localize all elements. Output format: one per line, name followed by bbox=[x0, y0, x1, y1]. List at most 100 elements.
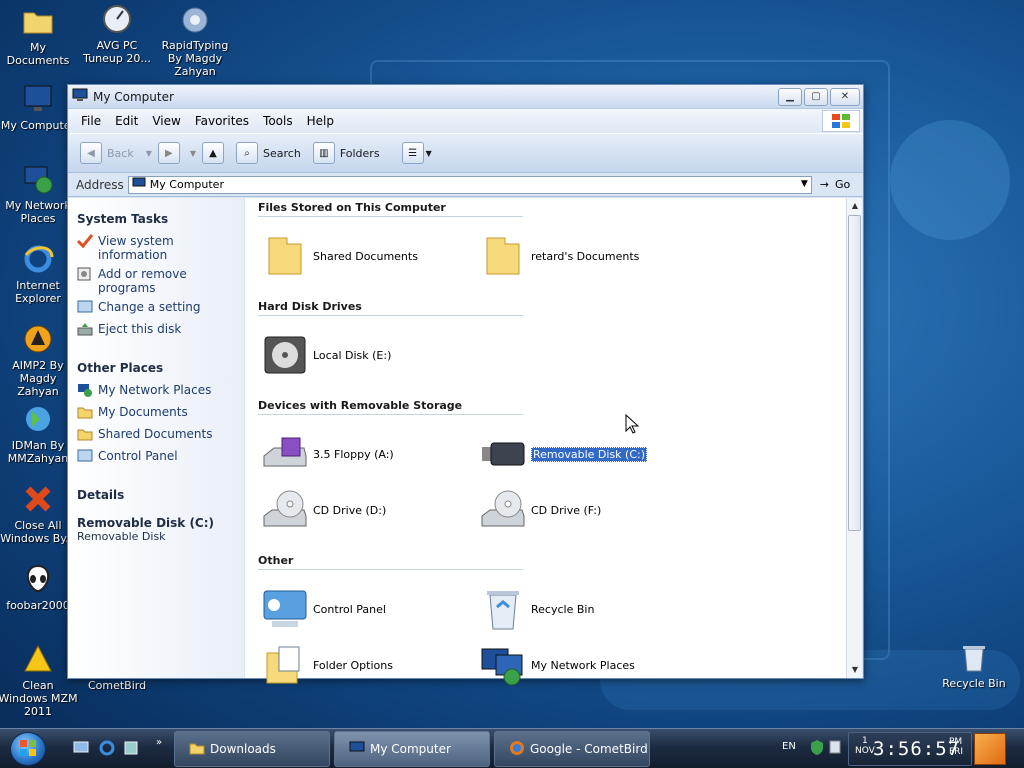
item-my-network-places[interactable]: My Network Places bbox=[479, 641, 635, 689]
menu-bar: File Edit View Favorites Tools Help bbox=[68, 109, 863, 133]
title-bar[interactable]: My Computer ▁ ▢ ✕ bbox=[68, 85, 863, 109]
minimize-icon: ▁ bbox=[786, 91, 794, 102]
item-recycle-bin[interactable]: Recycle Bin bbox=[479, 585, 594, 633]
my-computer-icon bbox=[72, 88, 88, 105]
item-local-disk-e[interactable]: Local Disk (E:) bbox=[261, 331, 391, 379]
place-my-network-places[interactable]: My Network Places bbox=[77, 383, 244, 400]
scroll-up-icon[interactable]: ▲ bbox=[847, 198, 863, 214]
item-cd-drive-d[interactable]: CD Drive (D:) bbox=[261, 486, 386, 534]
usb-drive-icon bbox=[479, 430, 527, 478]
user-avatar[interactable] bbox=[974, 733, 1006, 765]
task-downloads[interactable]: Downloads bbox=[174, 731, 330, 767]
tray-shield-icon[interactable] bbox=[810, 739, 824, 758]
section-files-stored: Files Stored on This Computer bbox=[258, 201, 523, 217]
desktop-icon-cometbird[interactable]: CometBird bbox=[77, 679, 157, 692]
date-month: NOV bbox=[855, 746, 875, 756]
search-button[interactable]: ⌕ Search bbox=[236, 142, 301, 164]
item-folder-options[interactable]: Folder Options bbox=[261, 641, 393, 689]
show-desktop-icon[interactable] bbox=[72, 739, 90, 757]
task-view-system-info[interactable]: View system information bbox=[76, 234, 244, 262]
quicklaunch-switch-icon[interactable] bbox=[122, 739, 140, 757]
details-type: Removable Disk bbox=[77, 530, 166, 543]
recycle-bin-icon bbox=[479, 585, 527, 633]
item-user-documents[interactable]: retard's Documents bbox=[479, 232, 639, 280]
folders-button[interactable]: ▥ Folders bbox=[312, 142, 380, 164]
task-eject-disk[interactable]: Eject this disk bbox=[77, 322, 244, 339]
control-panel-icon bbox=[261, 585, 309, 633]
task-my-computer[interactable]: My Computer bbox=[334, 731, 490, 767]
section-hard-disk-drives: Hard Disk Drives bbox=[258, 300, 523, 316]
clock[interactable]: 1 NOV 3:56:57 PM FRI bbox=[848, 732, 972, 766]
up-button[interactable]: ▲ bbox=[202, 142, 225, 164]
control-panel-icon bbox=[77, 300, 95, 317]
maximize-button[interactable]: ▢ bbox=[804, 87, 828, 106]
folder-icon bbox=[21, 4, 55, 38]
cd-drive-icon bbox=[479, 486, 527, 534]
item-control-panel[interactable]: Control Panel bbox=[261, 585, 386, 633]
clock-ampm: PM bbox=[949, 737, 963, 747]
folder-icon bbox=[479, 232, 527, 280]
search-icon: ⌕ bbox=[236, 142, 259, 164]
folder-icon bbox=[189, 741, 205, 758]
address-dropdown-icon[interactable]: ▼ bbox=[801, 179, 808, 189]
folder-options-icon bbox=[261, 641, 309, 689]
item-shared-documents[interactable]: Shared Documents bbox=[261, 232, 418, 280]
floppy-drive-icon bbox=[261, 430, 309, 478]
quicklaunch-more-icon[interactable]: » bbox=[150, 733, 168, 751]
menu-tools[interactable]: Tools bbox=[263, 114, 293, 128]
place-control-panel[interactable]: Control Panel bbox=[77, 449, 244, 466]
rapidtyping-icon bbox=[178, 2, 212, 36]
start-button[interactable] bbox=[10, 732, 46, 766]
menu-help[interactable]: Help bbox=[307, 114, 334, 128]
internet-explorer-icon bbox=[21, 242, 55, 276]
menu-file[interactable]: File bbox=[81, 114, 101, 128]
control-panel-icon bbox=[77, 449, 95, 466]
forward-button[interactable]: ▶ ▼ bbox=[157, 142, 196, 164]
details-name: Removable Disk (C:) bbox=[77, 516, 215, 530]
menu-edit[interactable]: Edit bbox=[115, 114, 138, 128]
views-button[interactable]: ☰ ▼ bbox=[401, 142, 432, 164]
window-title: My Computer bbox=[93, 89, 174, 104]
back-button[interactable]: ◀ Back ▼ bbox=[80, 142, 152, 164]
item-floppy-a[interactable]: 3.5 Floppy (A:) bbox=[261, 430, 394, 478]
scroll-down-icon[interactable]: ▼ bbox=[847, 662, 863, 678]
item-removable-disk-c[interactable]: Removable Disk (C:) bbox=[479, 430, 648, 478]
close-button[interactable]: ✕ bbox=[830, 87, 860, 106]
tray-device-icon[interactable] bbox=[828, 739, 842, 758]
scroll-thumb[interactable] bbox=[848, 215, 861, 531]
network-icon bbox=[479, 641, 527, 689]
address-input[interactable]: My Computer ▼ bbox=[127, 175, 812, 194]
desktop-icon-my-documents[interactable]: My Documents bbox=[0, 4, 78, 67]
vertical-scrollbar[interactable]: ▲ ▼ bbox=[846, 198, 862, 678]
monitor-icon bbox=[349, 741, 365, 758]
monitor-icon bbox=[21, 82, 55, 116]
details-title: Details bbox=[77, 488, 125, 502]
minimize-button[interactable]: ▁ bbox=[778, 87, 802, 106]
task-add-remove-programs[interactable]: Add or remove programs bbox=[77, 267, 244, 295]
task-cometbird[interactable]: Google - CometBird bbox=[494, 731, 650, 767]
warning-icon bbox=[21, 642, 55, 676]
explorer-window: My Computer ▁ ▢ ✕ File Edit View Favorit… bbox=[67, 84, 864, 685]
maximize-icon: ▢ bbox=[811, 91, 821, 102]
toolbar: ◀ Back ▼ ▶ ▼ ▲ ⌕ Search ▥ Folders ☰ ▼ bbox=[68, 133, 863, 173]
menu-view[interactable]: View bbox=[152, 114, 180, 128]
views-icon: ☰ bbox=[401, 142, 424, 164]
back-dropdown-icon[interactable]: ▼ bbox=[146, 149, 152, 158]
quicklaunch-ie-icon[interactable] bbox=[98, 739, 116, 757]
desktop-icon-recycle-bin[interactable]: Recycle Bin bbox=[934, 640, 1014, 690]
place-my-documents[interactable]: My Documents bbox=[77, 405, 244, 422]
item-cd-drive-f[interactable]: CD Drive (F:) bbox=[479, 486, 601, 534]
checkmark-icon bbox=[76, 234, 95, 251]
task-change-setting[interactable]: Change a setting bbox=[77, 300, 244, 317]
place-shared-documents[interactable]: Shared Documents bbox=[77, 427, 244, 444]
desktop-icon-avg[interactable]: AVG PC Tuneup 20... bbox=[77, 2, 157, 65]
close-x-icon bbox=[21, 482, 55, 516]
menu-favorites[interactable]: Favorites bbox=[195, 114, 249, 128]
desktop-icon-rapidtyping[interactable]: RapidTyping By Magdy Zahyan bbox=[155, 2, 235, 78]
avg-tuneup-icon bbox=[100, 2, 134, 36]
aimp-icon bbox=[21, 322, 55, 356]
go-button[interactable]: → Go bbox=[820, 178, 850, 191]
task-pane: System Tasks View system information Add… bbox=[68, 198, 244, 678]
forward-dropdown-icon[interactable]: ▼ bbox=[190, 149, 196, 158]
language-indicator[interactable]: EN bbox=[782, 741, 796, 752]
